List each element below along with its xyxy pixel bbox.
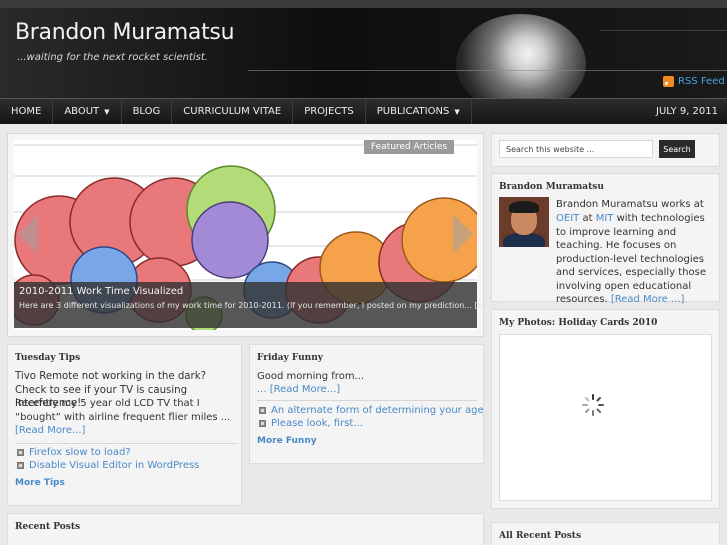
featured-excerpt: Here are 3 different visualizations of m… [19, 301, 502, 310]
featured-excerpt-text: Here are 3 different visualizations of m… [19, 301, 472, 310]
nav-label: PROJECTS [304, 106, 354, 117]
featured-caption: 2010-2011 Work Time Visualized Here are … [14, 282, 502, 328]
author-read-more-link[interactable]: [Read More ...] [611, 294, 685, 305]
divider [257, 400, 477, 401]
rss-icon [663, 76, 674, 87]
list-item[interactable]: An alternate form of determining your ag… [259, 405, 484, 416]
next-slide-button[interactable] [453, 214, 473, 254]
search-input[interactable]: Search this website ... [499, 140, 653, 158]
header-decor-line [600, 30, 727, 31]
nav-label: PUBLICATIONS [376, 106, 450, 117]
featured-more-link[interactable]: [more] [475, 301, 502, 310]
list-item-link: An alternate form of determining your ag… [271, 405, 484, 416]
oeit-link[interactable]: OEIT [556, 213, 579, 224]
friday-read-more-link[interactable]: ... [Read More...] [257, 384, 340, 395]
nav-item-publications[interactable]: PUBLICATIONS ▼ [366, 99, 472, 124]
site-tagline: ...waiting for the next rocket scientist… [17, 52, 208, 63]
globe-graphic [456, 14, 586, 98]
nav-item-home[interactable]: HOME [0, 99, 54, 124]
list-item[interactable]: Disable Visual Editor in WordPress [17, 460, 199, 471]
photo-slideshow[interactable] [499, 334, 712, 501]
nav-label: HOME [11, 106, 42, 117]
author-title: Brandon Muramatsu [499, 182, 604, 192]
list-item[interactable]: Firefox slow to load? [17, 447, 131, 458]
author-bio-line2: OEIT at MIT with technologies to improve… [556, 212, 716, 307]
list-item-link: Disable Visual Editor in WordPress [29, 460, 200, 471]
nav-item-curriculum-vitae[interactable]: CURRICULUM VITAE [172, 99, 294, 124]
friday-read-more-line: ... [Read More...] [257, 383, 477, 397]
list-item[interactable]: Please look, first... [259, 418, 363, 429]
more-funny-link[interactable]: More Funny [257, 436, 317, 446]
more-tips-link[interactable]: More Tips [15, 478, 65, 488]
nav-label: CURRICULUM VITAE [183, 106, 282, 117]
rss-feed-link[interactable]: RSS Feed [663, 76, 725, 87]
bullet-icon [17, 449, 24, 456]
recent-posts-title: Recent Posts [15, 522, 81, 532]
site-title[interactable]: Brandon Muramatsu [15, 20, 235, 45]
nav-label: BLOG [132, 106, 161, 117]
mit-link[interactable]: MIT [596, 213, 614, 224]
photos-title: My Photos: Holiday Cards 2010 [499, 318, 658, 328]
all-recent-posts-title: All Recent Posts [499, 531, 582, 541]
main-nav: HOME ABOUT ▼ BLOG CURRICULUM VITAE PROJEC… [0, 98, 727, 124]
author-bio-line1: Brandon Muramatsu works at [556, 199, 704, 210]
nav-item-about[interactable]: ABOUT ▼ [53, 99, 122, 124]
nav-item-projects[interactable]: PROJECTS [293, 99, 366, 124]
tuesday-tips-title: Tuesday Tips [15, 353, 81, 363]
nav-item-blog[interactable]: BLOG [122, 99, 173, 124]
tuesday-tips-body: Recently my 5 year old LCD TV that I “bo… [15, 398, 231, 423]
featured-title[interactable]: 2010-2011 Work Time Visualized [19, 286, 183, 297]
list-item-link: Please look, first... [271, 418, 363, 429]
bullet-icon [259, 420, 266, 427]
loading-spinner-icon [582, 394, 604, 416]
site-header: Brandon Muramatsu ...waiting for the nex… [0, 0, 727, 98]
chevron-down-icon: ▼ [454, 107, 460, 116]
avatar [499, 197, 549, 247]
prev-slide-button[interactable] [18, 214, 38, 254]
current-date: JULY 9, 2011 [656, 106, 718, 117]
nav-label: ABOUT [64, 106, 100, 117]
bullet-icon [17, 462, 24, 469]
search-button[interactable]: Search [659, 140, 695, 158]
header-top-bar [0, 0, 727, 8]
tuesday-read-more-link[interactable]: [Read More...] [15, 425, 85, 436]
divider [15, 443, 237, 444]
chevron-down-icon: ▼ [104, 107, 110, 116]
friday-funny-body: Good morning from... [257, 371, 365, 382]
featured-articles-tag: Featured Articles [364, 140, 454, 154]
rss-label: RSS Feed [678, 76, 725, 87]
list-item-link: Firefox slow to load? [29, 447, 131, 458]
tuesday-tips-excerpt: Recently my 5 year old LCD TV that I “bo… [15, 397, 237, 438]
author-bio-rest: with technologies to improve learning an… [556, 213, 707, 305]
bullet-icon [259, 407, 266, 414]
header-decor-line [248, 70, 727, 71]
author-bio-at: at [582, 213, 593, 224]
friday-funny-title: Friday Funny [257, 353, 323, 363]
